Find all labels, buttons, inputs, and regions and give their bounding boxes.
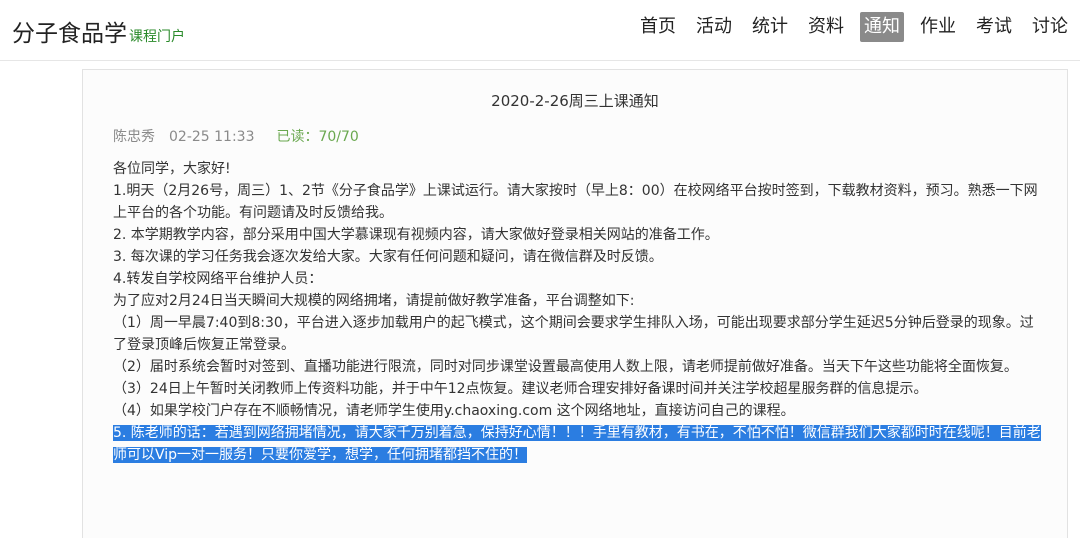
notice-paragraph: 4.转发自学校网络平台维护人员： <box>113 271 323 287</box>
notice-paragraph: 2. 本学期教学内容，部分采用中国大学慕课现有视频内容，请大家做好登录相关网站的… <box>113 227 719 243</box>
course-brand[interactable]: 分子食品学 课程门户 <box>12 14 185 48</box>
notice-paragraph: （2）届时系统会暂时对签到、直播功能进行限流，同时对同步课堂设置最高使用人数上限… <box>113 359 1018 375</box>
notice-body: 各位同学，大家好! 1.明天（2月26号，周三）1、2节《分子食品学》上课试运行… <box>113 158 1043 466</box>
notice-paragraph: （4）如果学校门户存在不顺畅情况，请老师学生使用y.chaoxing.com 这… <box>113 403 795 419</box>
notice-title: 2020-2-26周三上课通知 <box>491 92 659 110</box>
notice-paragraph: （3）24日上午暂时关闭教师上传资料功能，并于中午12点恢复。建议老师合理安排好… <box>113 381 928 397</box>
notice-paragraph: 3. 每次课的学习任务我会逐次发给大家。大家有任何问题和疑问，请在微信群及时反馈… <box>113 249 663 265</box>
main-nav: 首页 活动 统计 资料 通知 作业 考试 讨论 <box>624 12 1072 42</box>
notice-paragraph: 各位同学，大家好! <box>113 161 231 177</box>
course-title: 分子食品学 <box>12 21 127 47</box>
nav-notices[interactable]: 通知 <box>860 12 904 42</box>
highlighted-paragraph: 5. 陈老师的话：若遇到网络拥堵情况，请大家千万别着急，保持好心情！！！手里有教… <box>113 422 1043 466</box>
course-subtitle: 课程门户 <box>129 29 185 45</box>
read-status[interactable]: 已读：70/70 <box>276 129 358 145</box>
notice-time: 02-25 11:33 <box>169 129 255 145</box>
notice-paragraph: 1.明天（2月26号，周三）1、2节《分子食品学》上课试运行。请大家按时（早上8… <box>113 183 1038 221</box>
notice-meta: 陈忠秀 02-25 11:33 已读：70/70 <box>113 126 359 146</box>
nav-home[interactable]: 首页 <box>636 12 680 42</box>
nav-statistics[interactable]: 统计 <box>748 12 792 42</box>
notice-paragraph: 为了应对2月24日当天瞬间大规模的网络拥堵，请提前做好教学准备，平台调整如下: <box>113 293 635 309</box>
nav-materials[interactable]: 资料 <box>804 12 848 42</box>
top-bar: 分子食品学 课程门户 首页 活动 统计 资料 通知 作业 考试 讨论 <box>0 0 1080 61</box>
notice-author: 陈忠秀 <box>113 129 155 145</box>
notice-paragraph: （1）周一早晨7:40到8:30，平台进入逐步加载用户的起飞模式，这个期间会要求… <box>113 315 1034 353</box>
selected-text[interactable]: 5. 陈老师的话：若遇到网络拥堵情况，请大家千万别着急，保持好心情！！！手里有教… <box>113 425 1041 463</box>
nav-discussion[interactable]: 讨论 <box>1028 12 1072 42</box>
nav-homework[interactable]: 作业 <box>916 12 960 42</box>
nav-exams[interactable]: 考试 <box>972 12 1016 42</box>
notice-card: 2020-2-26周三上课通知 陈忠秀 02-25 11:33 已读：70/70 各… <box>82 69 1068 538</box>
nav-activities[interactable]: 活动 <box>692 12 736 42</box>
